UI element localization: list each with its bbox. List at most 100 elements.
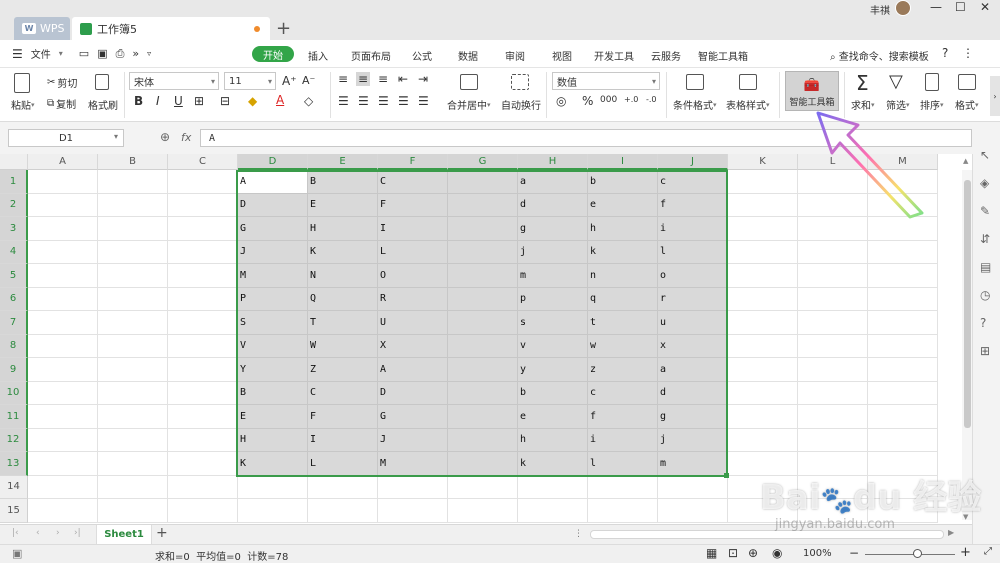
italic-button[interactable]: I [156, 94, 160, 108]
cell-d8[interactable]: V [238, 334, 308, 358]
sheet-tab-sheet1[interactable]: Sheet1 [96, 525, 152, 544]
name-box[interactable]: D1 [8, 129, 124, 147]
cell-a9[interactable] [28, 358, 98, 382]
cell-l9[interactable] [798, 358, 868, 382]
zoom-out-button[interactable]: − [849, 546, 859, 560]
table-style-button[interactable]: 表格样式 ▾ [726, 97, 770, 113]
cell-j4[interactable]: l [658, 240, 728, 264]
cell-m10[interactable] [868, 381, 938, 405]
cell-f13[interactable]: M [378, 452, 448, 476]
row-header-4[interactable]: 4 [0, 240, 28, 264]
wrap-text-button[interactable]: 自动换行 [501, 97, 541, 112]
cell-c4[interactable] [168, 240, 238, 264]
maximize-button[interactable]: ☐ [955, 0, 966, 14]
cell-k1[interactable] [728, 170, 798, 194]
next-sheet-icon[interactable]: › [56, 528, 60, 538]
cell-f7[interactable]: U [378, 311, 448, 335]
cell-b9[interactable] [98, 358, 168, 382]
cell-g10[interactable] [448, 381, 518, 405]
distribute-icon[interactable]: ☰ [418, 94, 429, 108]
cell-e13[interactable]: L [308, 452, 378, 476]
cell-b15[interactable] [98, 499, 168, 523]
shrink-font-button[interactable]: A⁻ [302, 74, 315, 87]
row-header-8[interactable]: 8 [0, 334, 28, 358]
cell-g13[interactable] [448, 452, 518, 476]
cell-c15[interactable] [168, 499, 238, 523]
decrease-decimal-button[interactable]: -.0 [646, 95, 657, 104]
cell-m6[interactable] [868, 287, 938, 311]
cell-j1[interactable]: c [658, 170, 728, 194]
backup-icon[interactable]: ▤ [980, 260, 994, 274]
shapes-icon[interactable]: ◈ [980, 176, 994, 190]
row-header-2[interactable]: 2 [0, 193, 28, 217]
hamburger-icon[interactable]: ☰ [12, 47, 23, 61]
align-bottom-icon[interactable]: ≡ [378, 72, 388, 86]
cell-m3[interactable] [868, 217, 938, 241]
cell-g15[interactable] [448, 499, 518, 523]
save-icon[interactable]: ▣ [97, 47, 107, 60]
cell-j12[interactable]: j [658, 428, 728, 452]
cell-g12[interactable] [448, 428, 518, 452]
tab-page-layout[interactable]: 页面布局 [351, 48, 391, 63]
cell-i11[interactable]: f [588, 405, 658, 429]
increase-decimal-button[interactable]: +.0 [624, 95, 638, 104]
cut-button[interactable]: ✂ 剪切 [47, 75, 77, 90]
tab-review[interactable]: 审阅 [505, 48, 525, 63]
cell-c10[interactable] [168, 381, 238, 405]
font-size-select[interactable]: 11 [224, 72, 276, 90]
column-header-h[interactable]: H [518, 154, 588, 170]
cell-i3[interactable]: h [588, 217, 658, 241]
cell-l3[interactable] [798, 217, 868, 241]
cell-b8[interactable] [98, 334, 168, 358]
cell-i6[interactable]: q [588, 287, 658, 311]
column-header-d[interactable]: D [238, 154, 308, 170]
align-middle-icon[interactable]: ≡ [356, 72, 371, 86]
cell-f15[interactable] [378, 499, 448, 523]
cell-d11[interactable]: E [238, 405, 308, 429]
cell-m12[interactable] [868, 428, 938, 452]
cell-i13[interactable]: l [588, 452, 658, 476]
cell-f10[interactable]: D [378, 381, 448, 405]
tab-view[interactable]: 视图 [552, 48, 572, 63]
borders-icon[interactable]: ⊞ [194, 94, 204, 108]
cell-a15[interactable] [28, 499, 98, 523]
chevron-down-icon[interactable]: ▾ [114, 132, 118, 141]
row-header-6[interactable]: 6 [0, 287, 28, 311]
cell-style-icon[interactable]: ⊟ [220, 94, 230, 108]
cell-h14[interactable] [518, 475, 588, 499]
cell-m11[interactable] [868, 405, 938, 429]
cell-m9[interactable] [868, 358, 938, 382]
fill-handle[interactable] [724, 472, 729, 478]
column-header-j[interactable]: J [658, 154, 728, 170]
cell-b12[interactable] [98, 428, 168, 452]
cell-j7[interactable]: u [658, 311, 728, 335]
tab-cloud[interactable]: 云服务 [651, 48, 681, 63]
help-circle-icon[interactable]: ? [980, 316, 994, 330]
prev-sheet-icon[interactable]: ‹ [36, 528, 40, 538]
normal-view-icon[interactable]: ▦ [706, 546, 717, 560]
thousands-button[interactable]: 000 [600, 95, 617, 105]
cell-d4[interactable]: J [238, 240, 308, 264]
adjust-icon[interactable]: ⇵ [980, 232, 994, 246]
cell-i5[interactable]: n [588, 264, 658, 288]
cell-k4[interactable] [728, 240, 798, 264]
cell-g14[interactable] [448, 475, 518, 499]
cell-d6[interactable]: P [238, 287, 308, 311]
column-header-f[interactable]: F [378, 154, 448, 170]
open-folder-icon[interactable]: ▭ [79, 47, 89, 60]
cell-h3[interactable]: g [518, 217, 588, 241]
cell-c14[interactable] [168, 475, 238, 499]
row-header-10[interactable]: 10 [0, 381, 28, 405]
bold-button[interactable]: B [134, 94, 143, 108]
indent-increase-icon[interactable]: ⇥ [418, 72, 428, 86]
cell-j14[interactable] [658, 475, 728, 499]
cell-k10[interactable] [728, 381, 798, 405]
cell-i7[interactable]: t [588, 311, 658, 335]
cell-j6[interactable]: r [658, 287, 728, 311]
column-header-b[interactable]: B [98, 154, 168, 170]
cell-b14[interactable] [98, 475, 168, 499]
cell-a1[interactable] [28, 170, 98, 194]
more-options-button[interactable]: ⋮ [962, 46, 974, 60]
row-header-11[interactable]: 11 [0, 405, 28, 429]
cell-g1[interactable] [448, 170, 518, 194]
